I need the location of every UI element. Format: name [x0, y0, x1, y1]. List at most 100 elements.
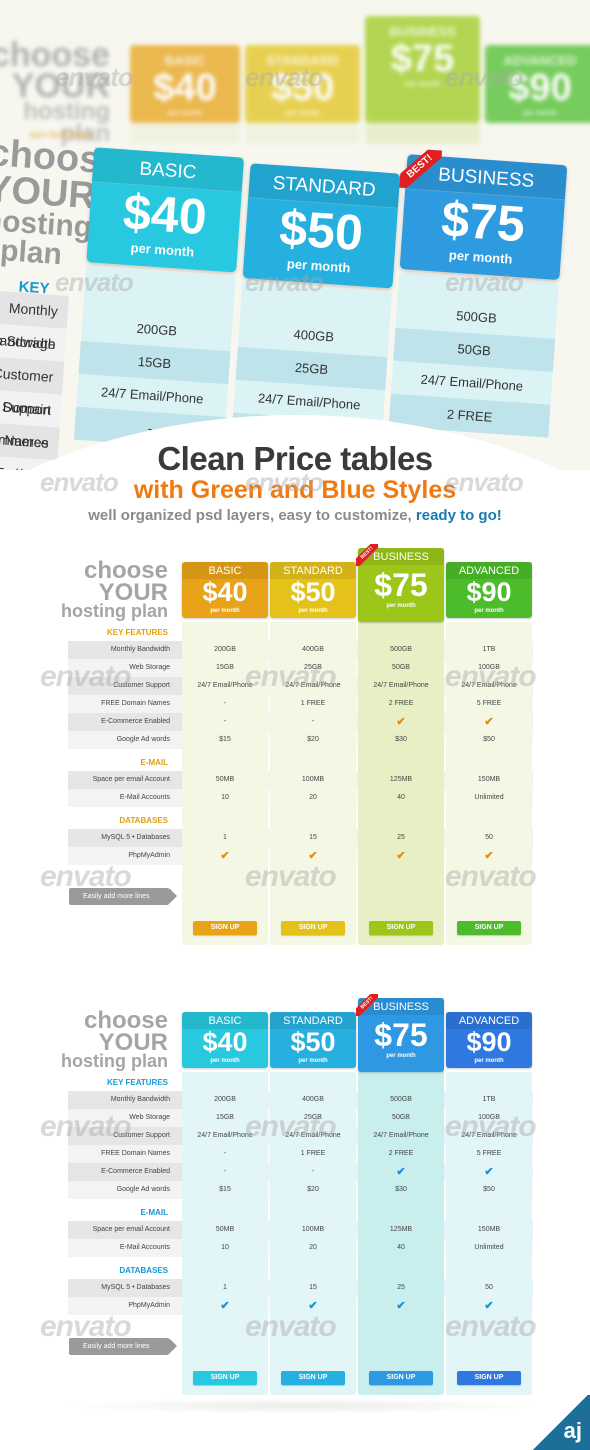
- plan-price: $90: [466, 577, 512, 607]
- subheadline: with Green and Blue Styles: [133, 476, 457, 504]
- best-ribbon: BEST!: [356, 544, 378, 566]
- value-cell: 100MB: [301, 1226, 325, 1233]
- plan-card[interactable]: BEST! BUSINESS $75 per month: [356, 994, 444, 1072]
- sign-up-button[interactable]: SIGN UP: [193, 921, 257, 935]
- section-header: DATABASES: [119, 1266, 168, 1275]
- value-cell: -: [223, 1150, 227, 1157]
- plan-card[interactable]: BEST! BUSINESS $75 per month: [356, 544, 444, 622]
- value-cell: Unlimited: [474, 794, 504, 801]
- plan-price: $40: [202, 577, 248, 607]
- value-cell: 40: [397, 794, 405, 801]
- feature-label: Monthly Bandwidth: [68, 1091, 182, 1109]
- feature-label: Web Storage: [68, 1109, 182, 1127]
- plan-price: $90: [466, 1027, 512, 1057]
- feature-label: Google Ad words: [68, 1181, 182, 1199]
- title-line: hosting plan: [61, 1051, 168, 1072]
- value-cell: 24/7 Email/Phone: [197, 682, 253, 689]
- feature-label: Monthly Bandwidth: [68, 641, 182, 659]
- value-cell: 25: [397, 834, 405, 841]
- feature-label: MySQL 5 • Databases: [68, 1279, 182, 1297]
- feature-label: E-Commerce Enabled: [68, 1163, 182, 1181]
- plan-card[interactable]: ADVANCED $90 per month: [446, 562, 532, 618]
- value-cell: -: [311, 718, 315, 725]
- check-icon: ✔: [484, 716, 494, 728]
- feature-label: Google Ad words: [68, 731, 182, 749]
- plan-card[interactable]: BASIC $40 per month: [182, 1012, 268, 1068]
- sign-up-button[interactable]: SIGN UP: [369, 921, 433, 935]
- value-cell: 15: [309, 834, 317, 841]
- check-icon: ✔: [484, 1166, 494, 1178]
- section-header: E-MAIL: [140, 758, 168, 767]
- sign-up-button[interactable]: SIGN UP: [457, 1371, 521, 1385]
- hero-plan-card[interactable]: STANDARD $50 per month: [242, 163, 401, 289]
- value-cell: 2 FREE: [388, 1150, 414, 1157]
- sign-up-button[interactable]: SIGN UP: [193, 1371, 257, 1385]
- hero-blur-card: ADVANCED $90 per month: [485, 45, 590, 123]
- value-cell: Unlimited: [474, 1244, 504, 1251]
- title-line: YOUR: [98, 1028, 168, 1056]
- title-line: YOUR: [11, 66, 110, 105]
- hero-plan-card[interactable]: BASIC $40 per month: [86, 147, 245, 273]
- value-cell: 24/7 Email/Phone: [285, 682, 341, 689]
- feature-label: MySQL 5 • Databases: [68, 829, 182, 847]
- value-cell: 50: [485, 1284, 493, 1291]
- sign-up-button[interactable]: SIGN UP: [281, 1371, 345, 1385]
- plan-period: per month: [386, 1053, 416, 1059]
- feature-label: Web Storage: [0, 321, 67, 362]
- value-cell: $20: [307, 1186, 319, 1193]
- logo-text: aj: [563, 1418, 582, 1443]
- hero-col-bg: [365, 124, 480, 144]
- value-cell: 10: [221, 794, 229, 801]
- value-cell: 25GB: [304, 664, 322, 671]
- value-cell: 50: [485, 834, 493, 841]
- tagline-text: well organized psd layers, easy to custo…: [88, 507, 412, 524]
- best-badge: BEST!: [356, 994, 378, 1016]
- plan-card[interactable]: ADVANCED $90 per month: [446, 1012, 532, 1068]
- plan-price: $75: [390, 38, 455, 80]
- check-icon: ✔: [484, 1300, 494, 1312]
- sign-up-button[interactable]: SIGN UP: [457, 921, 521, 935]
- plan-card[interactable]: BASIC $40 per month: [182, 562, 268, 618]
- plan-price: $40: [202, 1027, 248, 1057]
- feature-label: PhpMyAdmin: [68, 847, 182, 865]
- feature-label: Space per email Account: [68, 771, 182, 789]
- value-cell: 50GB: [392, 664, 410, 671]
- value-cell: 25: [397, 1284, 405, 1291]
- plan-price: $50: [270, 67, 335, 109]
- feature-label: FREE Domain Names: [0, 387, 63, 451]
- best-badge: BEST!: [356, 544, 378, 566]
- value-cell: 1 FREE: [300, 1150, 326, 1157]
- value-cell: 24/7 Email/Phone: [373, 1132, 429, 1139]
- value-cell: 5 FREE: [476, 1150, 502, 1157]
- section-header: KEY FEATURES: [106, 628, 168, 637]
- value-cell: -: [223, 1168, 227, 1175]
- value-cell: 15GB: [216, 1114, 234, 1121]
- sign-up-button[interactable]: SIGN UP: [281, 921, 345, 935]
- value-cell: -: [311, 1168, 315, 1175]
- plan-period: per month: [474, 1058, 504, 1064]
- check-icon: ✔: [308, 850, 318, 862]
- hero-col-bg: [130, 124, 240, 144]
- value-cell: 1TB: [482, 1096, 496, 1103]
- value-cell: 100GB: [478, 664, 500, 671]
- plan-period: per month: [167, 109, 203, 117]
- sign-up-button[interactable]: SIGN UP: [369, 1371, 433, 1385]
- hero-plan-column: STANDARD $50 per month 400GB 25GB 24/7 E…: [230, 158, 401, 457]
- plan-period: per month: [474, 608, 504, 614]
- value-cell: 150MB: [477, 776, 501, 783]
- hero-plan-card[interactable]: BEST! BUSINESS $75 per month: [399, 147, 568, 281]
- value-cell: 200GB: [214, 646, 236, 653]
- feature-label: PhpMyAdmin: [68, 1297, 182, 1315]
- value-cell: 100GB: [478, 1114, 500, 1121]
- hero-title: choose YOUR hosting plan: [0, 132, 123, 271]
- plan-card[interactable]: STANDARD $50 per month: [270, 1012, 356, 1068]
- table-shadow: [60, 1398, 540, 1414]
- value-cell: 100MB: [301, 776, 325, 783]
- value-cell: 50GB: [392, 1114, 410, 1121]
- value-cell: 15: [309, 1284, 317, 1291]
- plan-price: $90: [508, 67, 572, 109]
- plan-price: $40: [153, 67, 217, 109]
- plan-card[interactable]: STANDARD $50 per month: [270, 562, 356, 618]
- value-cell: 400GB: [302, 1096, 324, 1103]
- value-cell: $50: [483, 736, 495, 743]
